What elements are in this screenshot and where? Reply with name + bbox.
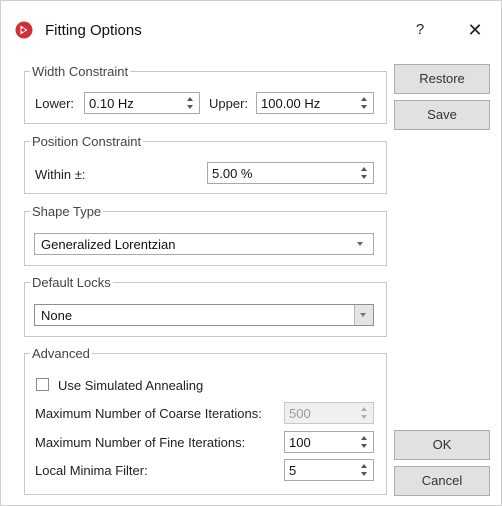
coarse-iterations-spinbox[interactable]: 500 bbox=[284, 402, 374, 424]
upper-label: Upper: bbox=[209, 96, 249, 111]
dropdown-button[interactable] bbox=[354, 305, 373, 325]
lower-width-spinbox[interactable]: 0.10 Hz bbox=[84, 92, 200, 114]
width-constraint-legend: Width Constraint bbox=[32, 64, 129, 79]
title-bar: Fitting Options ? ✕ bbox=[1, 1, 501, 45]
fine-iterations-label: Maximum Number of Fine Iterations: bbox=[35, 435, 246, 450]
spin-arrows-icon[interactable] bbox=[359, 164, 371, 182]
default-locks-value: None bbox=[41, 308, 73, 323]
fitting-options-dialog: Fitting Options ? ✕ Width Constraint Low… bbox=[0, 0, 502, 506]
fine-iterations-spinbox[interactable]: 100 bbox=[284, 431, 374, 453]
advanced-legend: Advanced bbox=[32, 346, 90, 361]
position-constraint-legend: Position Constraint bbox=[32, 134, 142, 149]
shape-type-legend: Shape Type bbox=[32, 204, 102, 219]
chevron-down-icon bbox=[360, 313, 366, 317]
coarse-iterations-value: 500 bbox=[289, 406, 311, 421]
lower-label: Lower: bbox=[35, 96, 75, 111]
lower-width-value: 0.10 Hz bbox=[89, 96, 134, 111]
within-spinbox[interactable]: 5.00 % bbox=[207, 162, 374, 184]
window-title: Fitting Options bbox=[45, 22, 142, 39]
within-value: 5.00 % bbox=[212, 166, 253, 181]
coarse-iterations-label: Maximum Number of Coarse Iterations: bbox=[35, 406, 262, 421]
save-button[interactable]: Save bbox=[394, 100, 490, 130]
upper-width-value: 100.00 Hz bbox=[261, 96, 321, 111]
fine-iterations-value: 100 bbox=[289, 435, 311, 450]
spin-arrows-icon[interactable] bbox=[185, 94, 197, 112]
spin-arrows-icon[interactable] bbox=[359, 404, 371, 422]
default-locks-select[interactable]: None bbox=[34, 304, 374, 326]
spin-arrows-icon[interactable] bbox=[359, 94, 371, 112]
help-button[interactable]: ? bbox=[405, 16, 435, 44]
default-locks-legend: Default Locks bbox=[32, 275, 111, 290]
chevron-down-icon bbox=[357, 242, 363, 246]
simulated-annealing-label[interactable]: Use Simulated Annealing bbox=[58, 378, 203, 393]
ok-button[interactable]: OK bbox=[394, 430, 490, 460]
local-minima-label: Local Minima Filter: bbox=[35, 463, 148, 478]
local-minima-spinbox[interactable]: 5 bbox=[284, 459, 374, 481]
close-icon[interactable]: ✕ bbox=[459, 15, 491, 45]
spin-arrows-icon[interactable] bbox=[359, 433, 371, 451]
spin-arrows-icon[interactable] bbox=[359, 461, 371, 479]
cancel-button[interactable]: Cancel bbox=[394, 466, 490, 496]
app-logo-icon bbox=[15, 21, 33, 39]
local-minima-value: 5 bbox=[289, 463, 297, 478]
upper-width-spinbox[interactable]: 100.00 Hz bbox=[256, 92, 374, 114]
within-label: Within ±: bbox=[35, 167, 86, 182]
restore-button[interactable]: Restore bbox=[394, 64, 490, 94]
simulated-annealing-checkbox[interactable] bbox=[36, 378, 49, 391]
shape-type-value: Generalized Lorentzian bbox=[41, 237, 176, 252]
shape-type-select[interactable]: Generalized Lorentzian bbox=[34, 233, 374, 255]
